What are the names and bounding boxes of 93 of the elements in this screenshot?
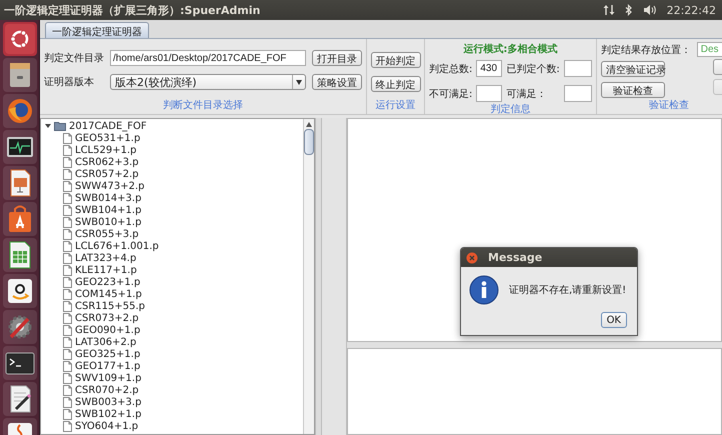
- version-dropdown[interactable]: 版本2(较优演绎): [110, 74, 306, 90]
- scrollbar[interactable]: [303, 119, 314, 434]
- file-icon: [63, 252, 72, 264]
- tree-item[interactable]: LCL529+1.p: [75, 144, 136, 156]
- field-label: 判定总数:: [429, 62, 472, 76]
- tree-item[interactable]: LAT323+4.p: [75, 252, 136, 264]
- check-button[interactable]: 验证检查: [600, 82, 665, 98]
- mode-label: 运行模式:多相合模式: [462, 42, 558, 56]
- section-caption: 运行设置: [376, 98, 416, 112]
- file-icon: [63, 348, 72, 360]
- close-icon[interactable]: [466, 252, 478, 264]
- tree-item[interactable]: SWB104+1.p: [75, 204, 142, 216]
- expand-toggle-icon[interactable]: [45, 123, 51, 129]
- file-icon: [63, 288, 72, 300]
- tree-item[interactable]: SWB010+1.p: [75, 216, 142, 228]
- file-icon: [63, 276, 72, 288]
- field-label: 不可满足:: [429, 88, 472, 100]
- file-icon: [63, 396, 72, 408]
- tree-item[interactable]: CSR062+3.p: [75, 156, 139, 168]
- field-label: 证明器版本: [44, 76, 95, 89]
- folder-icon: [54, 121, 66, 131]
- file-icon: [63, 216, 72, 228]
- tree-item[interactable]: KLE117+1.p: [75, 264, 137, 276]
- tree-item[interactable]: CSR073+2.p: [75, 312, 139, 324]
- file-icon: [63, 180, 72, 192]
- window-title: 一阶逻辑定理证明器（扩展三角形）:SpuerAdmin: [4, 2, 262, 18]
- section-caption: 验证检查: [648, 98, 690, 112]
- tree-item[interactable]: GEO223+1.p: [75, 276, 140, 288]
- count-field[interactable]: [476, 85, 502, 102]
- tree-item[interactable]: SWW473+2.p: [75, 180, 144, 192]
- network-icon[interactable]: [602, 4, 615, 16]
- caret-icon: [296, 80, 302, 84]
- file-icon: [63, 144, 72, 156]
- tree-item[interactable]: COM145+1.p: [75, 288, 142, 300]
- tree-item[interactable]: CSR055+3.p: [75, 228, 139, 240]
- speaker-icon[interactable]: [642, 4, 657, 16]
- directory-field[interactable]: /home/ars01/Desktop/2017CADE_FOF: [110, 50, 306, 66]
- logo-icon[interactable]: [4, 23, 36, 55]
- strategy-button[interactable]: 策略设置: [312, 74, 362, 90]
- scroll-up-icon[interactable]: [306, 122, 312, 127]
- tree-item[interactable]: GEO531+1.p: [75, 132, 140, 144]
- file-icon: [63, 300, 72, 312]
- tree-item[interactable]: SWV109+1.p: [75, 372, 142, 384]
- scroll-thumb[interactable]: [304, 129, 314, 155]
- dialog-title: Message: [488, 251, 542, 264]
- clock[interactable]: 22:22:42: [666, 4, 716, 16]
- file-icon: [63, 204, 72, 216]
- count-field[interactable]: 430: [476, 60, 502, 77]
- count-field[interactable]: [564, 85, 592, 102]
- tree-item[interactable]: GEO325+1.p: [75, 348, 140, 360]
- file-icon: [63, 168, 72, 180]
- tree-item[interactable]: CSR057+2.p: [75, 168, 139, 180]
- tree-item[interactable]: 2017CADE_FOF: [69, 120, 147, 132]
- bluetooth-icon[interactable]: [624, 4, 633, 16]
- file-icon: [63, 372, 72, 384]
- file-icon: [63, 324, 72, 336]
- info-icon: [469, 274, 499, 304]
- tree-item[interactable]: SWB003+3.p: [75, 396, 142, 408]
- ok-button[interactable]: OK: [600, 312, 627, 328]
- dialog-message: 证明器不存在,请重新设置!: [509, 284, 626, 296]
- file-icon: [63, 156, 72, 168]
- count-field[interactable]: [564, 60, 592, 77]
- file-icon: [63, 336, 72, 348]
- tree-item[interactable]: SWB102+1.p: [75, 408, 142, 420]
- file-icon: [63, 264, 72, 276]
- tree-item[interactable]: GEO090+1.p: [75, 324, 140, 336]
- file-icon: [63, 384, 72, 396]
- open-directory-button[interactable]: 打开目录: [312, 50, 362, 66]
- tree-item[interactable]: LAT306+2.p: [75, 336, 136, 348]
- file-icon: [63, 228, 72, 240]
- file-icon: [63, 420, 72, 432]
- file-icon: [63, 312, 72, 324]
- start-button[interactable]: 开始判定: [370, 52, 420, 68]
- tree-item[interactable]: CSR070+2.p: [75, 384, 139, 396]
- field-label: 判定结果存放位置：: [600, 44, 691, 56]
- tab[interactable]: 一阶逻辑定理证明器: [45, 22, 149, 38]
- field-label: 已判定个数:: [506, 62, 560, 76]
- clear-records-button[interactable]: 清空验证记录: [600, 61, 665, 77]
- stop-button[interactable]: 终止判定: [370, 76, 420, 92]
- tree-item[interactable]: LCL676+1.001.p: [75, 240, 159, 252]
- field-label: 判定文件目录: [44, 52, 104, 65]
- file-icon: [63, 360, 72, 372]
- tree-item[interactable]: SWB014+3.p: [75, 192, 142, 204]
- field-label: 可满足：: [506, 88, 548, 100]
- tree-item[interactable]: GEO177+1.p: [75, 360, 140, 372]
- file-icon: [63, 408, 72, 420]
- tree-item[interactable]: CSR115+55.p: [75, 300, 145, 312]
- section-caption: 判定信息: [489, 102, 532, 116]
- tree-item[interactable]: SYO604+1.p: [75, 420, 138, 432]
- section-caption: 判断文件目录选择: [162, 98, 244, 112]
- file-icon: [63, 132, 72, 144]
- file-icon: [63, 240, 72, 252]
- file-icon: [63, 192, 72, 204]
